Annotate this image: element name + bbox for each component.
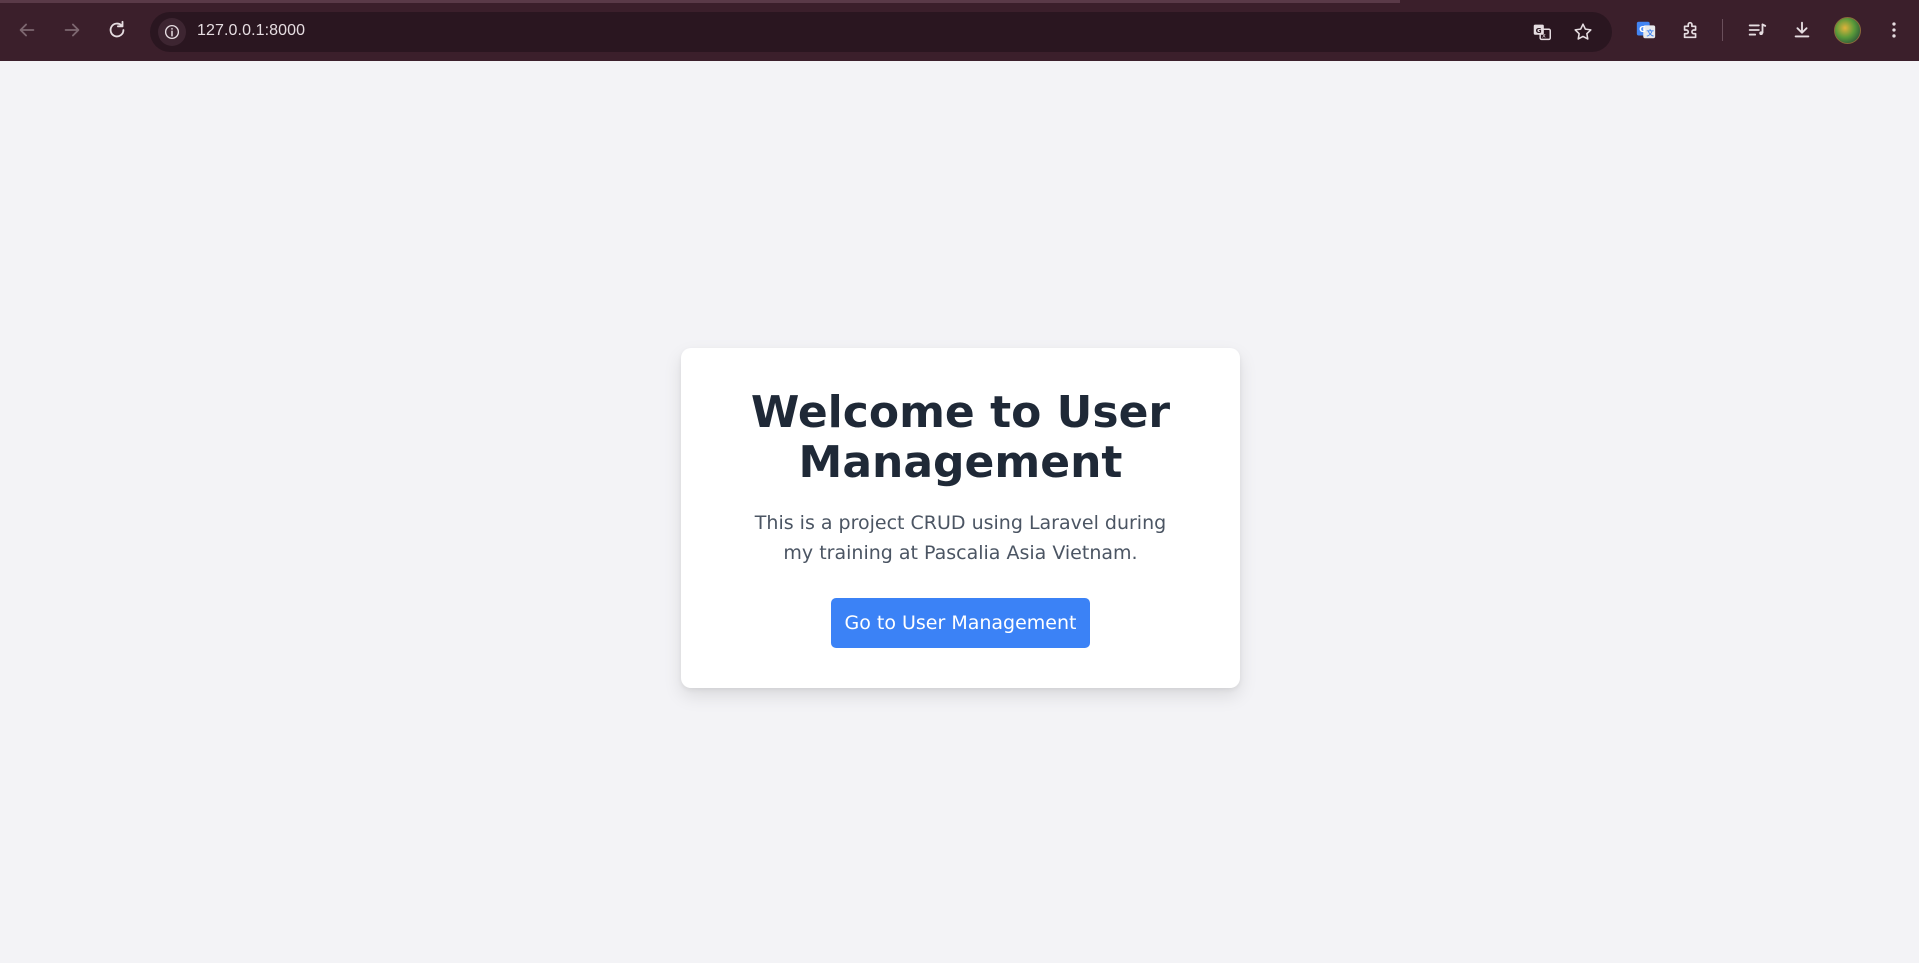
site-info-icon	[164, 24, 180, 40]
svg-text:G: G	[1639, 24, 1646, 34]
address-bar[interactable]: 127.0.0.1:8000 Gx	[150, 12, 1612, 52]
browser-toolbar: 127.0.0.1:8000 Gx G文	[0, 0, 1919, 61]
svg-text:G: G	[1536, 26, 1542, 35]
translate-button[interactable]: Gx	[1526, 16, 1558, 48]
downloads-button[interactable]	[1784, 12, 1820, 48]
more-menu-button[interactable]	[1876, 12, 1912, 48]
back-button[interactable]	[9, 12, 45, 48]
google-translate-extension-button[interactable]: G文	[1628, 12, 1664, 48]
forward-button[interactable]	[54, 12, 90, 48]
toolbar-divider	[1722, 19, 1723, 41]
extensions-button[interactable]	[1673, 12, 1709, 48]
reload-icon	[109, 20, 125, 38]
reload-button[interactable]	[99, 12, 135, 48]
svg-text:文: 文	[1645, 29, 1654, 38]
back-icon	[19, 23, 35, 37]
bookmark-button[interactable]	[1567, 16, 1599, 48]
extensions-icon	[1683, 21, 1697, 39]
media-controls-icon	[1748, 23, 1767, 36]
url-text[interactable]: 127.0.0.1:8000	[197, 22, 305, 40]
more-menu-icon	[1892, 22, 1896, 38]
site-info-button[interactable]	[158, 18, 186, 46]
loading-indicator	[0, 0, 1400, 3]
welcome-card: Welcome to User Management This is a pro…	[681, 348, 1240, 688]
page-title: Welcome to User Management	[750, 387, 1171, 488]
google-translate-extension-icon: G文	[1636, 21, 1656, 39]
media-controls-button[interactable]	[1739, 12, 1775, 48]
page-description: This is a project CRUD using Laravel dur…	[754, 512, 1167, 564]
svg-text:x: x	[1542, 32, 1546, 40]
translate-icon: Gx	[1533, 24, 1551, 41]
profile-avatar[interactable]	[1834, 17, 1861, 44]
forward-icon	[64, 23, 80, 37]
bookmark-star-icon	[1574, 23, 1592, 40]
go-to-user-management-button[interactable]: Go to User Management	[831, 598, 1090, 648]
downloads-icon	[1794, 21, 1810, 38]
